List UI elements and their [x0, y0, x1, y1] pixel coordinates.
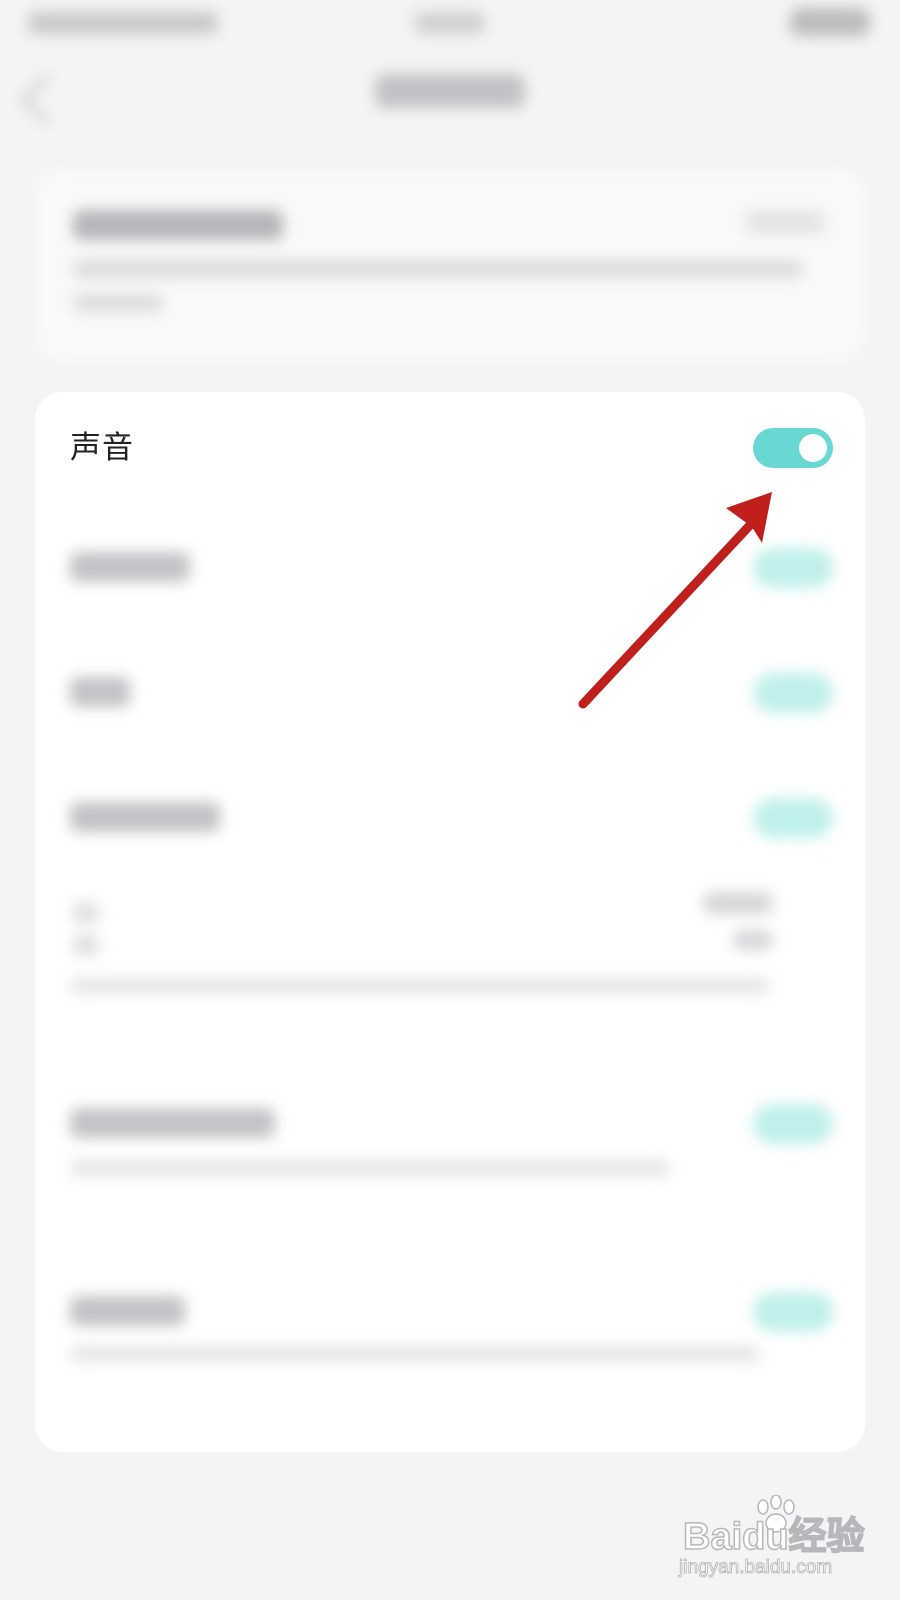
blurred-row-toggle[interactable]: [753, 548, 833, 588]
back-arrow-icon[interactable]: [20, 74, 71, 125]
blurred-row-description: [70, 978, 770, 994]
blurred-row-title: [70, 1108, 275, 1138]
top-card-description: [73, 260, 803, 278]
sound-label: 声音: [70, 430, 134, 466]
sound-setting-row[interactable]: 声音: [35, 392, 865, 502]
blurred-setting-row[interactable]: [35, 1082, 865, 1202]
blurred-row-value: [703, 892, 773, 914]
blurred-row-toggle[interactable]: [753, 1292, 833, 1332]
top-card-value: [745, 210, 825, 234]
blurred-row-description: [70, 1346, 760, 1362]
status-time-carrier: [28, 12, 218, 34]
blurred-row-title: [70, 677, 130, 707]
blurred-row-description: [70, 1160, 670, 1176]
status-center-indicator: [415, 12, 485, 34]
settings-card: 声音: [35, 392, 865, 1452]
blurred-row-toggle[interactable]: [753, 1104, 833, 1144]
blurred-row-value-line2: [733, 930, 773, 950]
watermark-url: jingyan.baidu.com: [679, 1557, 833, 1579]
toggle-knob: [799, 434, 827, 462]
blurred-row-toggle[interactable]: [753, 673, 833, 713]
blurred-row-toggle[interactable]: [753, 798, 833, 838]
blurred-setting-row[interactable]: [35, 882, 865, 1012]
blurred-setting-row[interactable]: [35, 772, 865, 862]
nav-bar: [0, 60, 900, 130]
sound-toggle[interactable]: [753, 428, 833, 468]
top-card-title: [73, 210, 283, 240]
status-bar: [0, 0, 900, 50]
blurred-row-title: [70, 802, 220, 832]
page-title: [375, 74, 525, 108]
top-settings-card: [35, 170, 865, 360]
blurred-row-title: [73, 902, 99, 924]
blurred-setting-row[interactable]: [35, 522, 865, 612]
top-card-description-line2: [73, 294, 163, 312]
blurred-row-title: [70, 552, 190, 582]
blurred-row-title: [70, 1296, 185, 1326]
watermark-brand: Baidu经验: [682, 1515, 865, 1559]
blurred-setting-row[interactable]: [35, 647, 865, 737]
battery-icon: [790, 8, 870, 36]
blurred-row-title-line2: [73, 934, 99, 956]
blurred-setting-row[interactable]: [35, 1272, 865, 1382]
baidu-watermark: Baidu经验 jingyan.baidu.com: [679, 1495, 873, 1590]
